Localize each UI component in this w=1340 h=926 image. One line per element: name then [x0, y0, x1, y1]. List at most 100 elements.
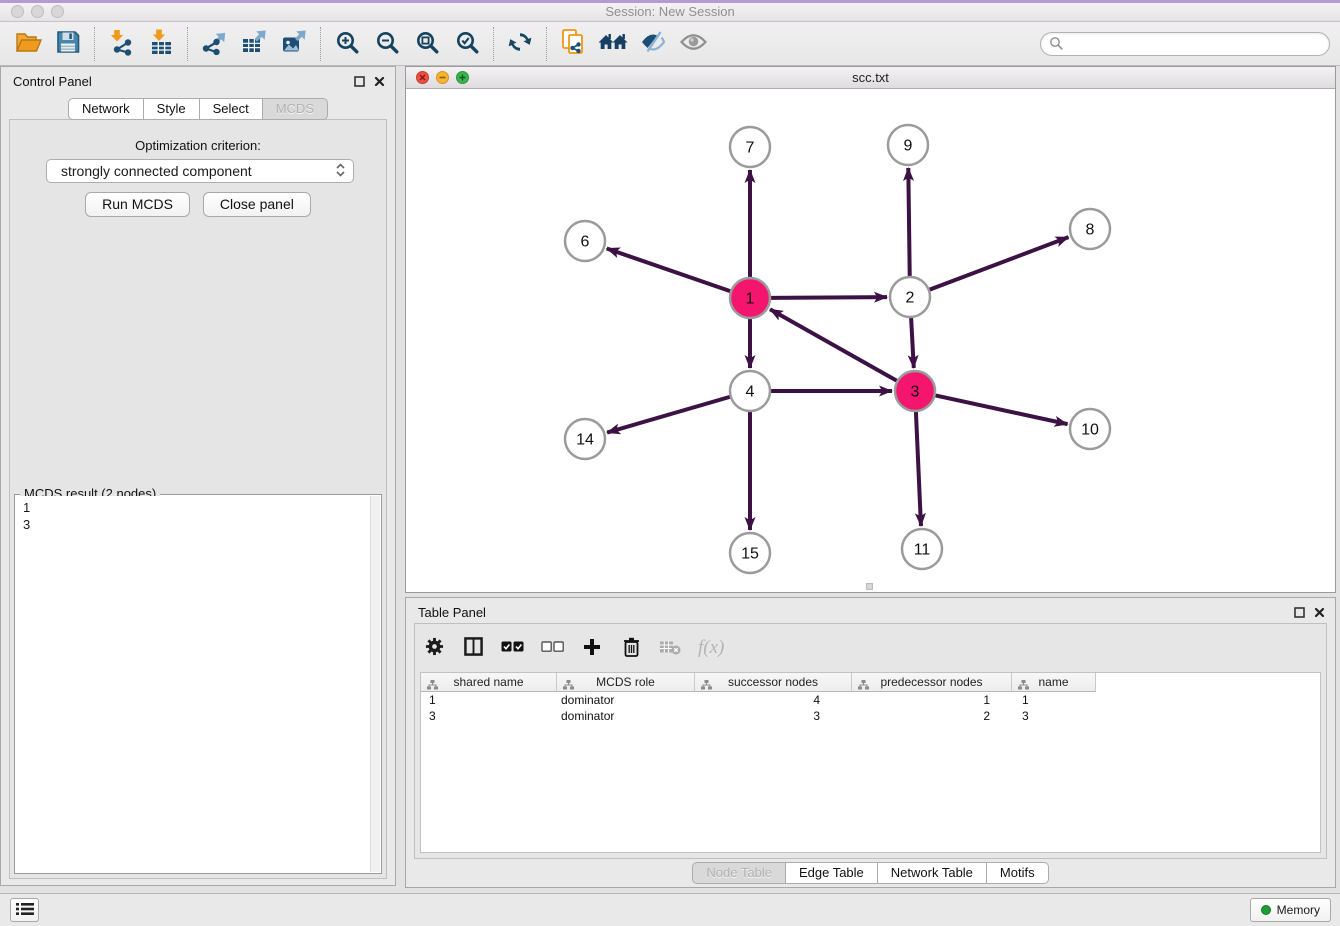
table-tab-edge-table[interactable]: Edge Table: [786, 862, 878, 884]
float-panel-icon[interactable]: [1294, 606, 1305, 621]
titlebar-accent: [0, 0, 1340, 3]
export-network-button[interactable]: [194, 25, 234, 63]
zoom-in-button[interactable]: [327, 25, 367, 63]
control-tab-network[interactable]: Network: [68, 98, 144, 120]
mcds-result-list[interactable]: 13: [16, 496, 370, 872]
graph-node-2[interactable]: 2: [890, 277, 930, 317]
mcds-result-item[interactable]: 1: [23, 499, 363, 516]
control-tab-mcds[interactable]: MCDS: [263, 98, 328, 120]
graph-node-4[interactable]: 4: [730, 371, 770, 411]
column-header-shared-name[interactable]: shared name: [421, 673, 557, 692]
table-tab-network-table[interactable]: Network Table: [878, 862, 987, 884]
graph-edge-3-10[interactable]: [936, 395, 1068, 424]
graph-node-11[interactable]: 11: [902, 529, 942, 569]
control-tab-style[interactable]: Style: [144, 98, 200, 120]
apply-layout-button[interactable]: [500, 25, 540, 63]
svg-text:15: 15: [741, 546, 759, 563]
sort-hierarchy-icon: [1018, 677, 1029, 695]
show-all-button[interactable]: [673, 25, 713, 63]
graph-node-9[interactable]: 9: [888, 125, 928, 165]
graph-edge-2-8[interactable]: [930, 237, 1069, 289]
table-row[interactable]: 3dominator323: [421, 708, 1320, 724]
graph-edge-1-6[interactable]: [607, 249, 730, 292]
hide-selected-button[interactable]: [633, 25, 673, 63]
svg-text:6: 6: [581, 234, 590, 251]
table-cell[interactable]: 2: [852, 708, 1012, 724]
graph-node-1[interactable]: 1: [730, 278, 770, 318]
import-table-button[interactable]: [141, 25, 181, 63]
close-panel-icon[interactable]: [374, 75, 385, 90]
graph-node-15[interactable]: 15: [730, 533, 770, 573]
table-cell[interactable]: 1: [421, 692, 557, 708]
table-header-row: shared nameMCDS rolesuccessor nodesprede…: [421, 673, 1320, 692]
network-canvas[interactable]: 7 9 6 8 1 2 4 3 14 10 15 11: [406, 89, 1335, 592]
select-all-button[interactable]: [501, 640, 524, 656]
zoom-in-icon: [335, 30, 360, 58]
table-cell[interactable]: dominator: [557, 708, 695, 724]
table-cell[interactable]: 3: [1012, 708, 1096, 724]
control-tab-select[interactable]: Select: [200, 98, 263, 120]
graph-edge-2-9[interactable]: [908, 168, 909, 276]
export-image-button[interactable]: [274, 25, 314, 63]
table-cell[interactable]: 3: [695, 708, 852, 724]
show-column-button[interactable]: [462, 637, 484, 659]
close-panel-icon[interactable]: [1314, 606, 1325, 621]
network-window-titlebar[interactable]: scc.txt: [406, 67, 1335, 89]
graph-edge-4-14[interactable]: [607, 397, 730, 433]
toolbar-separator: [493, 27, 494, 61]
close-panel-button[interactable]: Close panel: [203, 192, 311, 217]
table-cell[interactable]: 1: [852, 692, 1012, 708]
delete-table-button[interactable]: [659, 639, 681, 658]
graph-node-3[interactable]: 3: [895, 371, 935, 411]
new-network-from-selection-button[interactable]: [553, 25, 593, 63]
export-table-button[interactable]: [234, 25, 274, 63]
open-session-button[interactable]: [8, 25, 48, 63]
graph-node-8[interactable]: 8: [1070, 209, 1110, 249]
table-cell[interactable]: 3: [421, 708, 557, 724]
zoom-fit-button[interactable]: [407, 25, 447, 63]
memory-button[interactable]: Memory: [1250, 898, 1331, 922]
table-settings-button[interactable]: [423, 637, 445, 659]
table-row[interactable]: 1dominator411: [421, 692, 1320, 708]
sort-hierarchy-icon: [427, 677, 438, 695]
header-filler: [1096, 673, 1320, 692]
status-bar: Memory: [0, 893, 1340, 926]
import-network-button[interactable]: [101, 25, 141, 63]
table-tab-node-table[interactable]: Node Table: [692, 862, 786, 884]
column-header-predecessor-nodes[interactable]: predecessor nodes: [852, 673, 1012, 692]
toolbar-separator: [546, 27, 547, 61]
zoom-selected-button[interactable]: [447, 25, 487, 63]
refresh-icon: [507, 29, 533, 58]
graph-node-10[interactable]: 10: [1070, 409, 1110, 449]
delete-column-button[interactable]: [620, 637, 642, 660]
run-mcds-button[interactable]: Run MCDS: [85, 192, 190, 217]
graph-edge-3-1[interactable]: [770, 309, 897, 380]
function-builder-button[interactable]: f(x): [698, 637, 724, 659]
graph-node-6[interactable]: 6: [565, 221, 605, 261]
table-cell[interactable]: dominator: [557, 692, 695, 708]
deselect-all-button[interactable]: [541, 640, 564, 656]
save-session-button[interactable]: [48, 25, 88, 63]
column-header-name[interactable]: name: [1012, 673, 1096, 692]
float-panel-icon[interactable]: [354, 75, 365, 90]
table-tab-motifs[interactable]: Motifs: [987, 862, 1049, 884]
open-folder-icon: [15, 30, 42, 57]
zoom-out-button[interactable]: [367, 25, 407, 63]
graph-node-7[interactable]: 7: [730, 127, 770, 167]
graph-edge-2-3[interactable]: [911, 318, 914, 368]
canvas-resize-handle[interactable]: [866, 583, 873, 590]
hide-eye-icon: [640, 30, 666, 57]
mcds-result-item[interactable]: 3: [23, 516, 363, 533]
search-input[interactable]: [1068, 37, 1321, 52]
column-header-successor-nodes[interactable]: successor nodes: [695, 673, 852, 692]
create-column-button[interactable]: [581, 638, 603, 659]
optimization-criterion-dropdown[interactable]: strongly connected component: [46, 159, 354, 183]
table-cell[interactable]: 4: [695, 692, 852, 708]
graph-node-14[interactable]: 14: [565, 419, 605, 459]
column-header-MCDS-role[interactable]: MCDS role: [557, 673, 695, 692]
result-scrollbar[interactable]: [370, 496, 380, 872]
graph-edge-3-11[interactable]: [916, 412, 921, 526]
task-history-button[interactable]: [10, 898, 39, 922]
graph-edge-1-2[interactable]: [771, 297, 887, 298]
first-neighbors-button[interactable]: [593, 25, 633, 63]
